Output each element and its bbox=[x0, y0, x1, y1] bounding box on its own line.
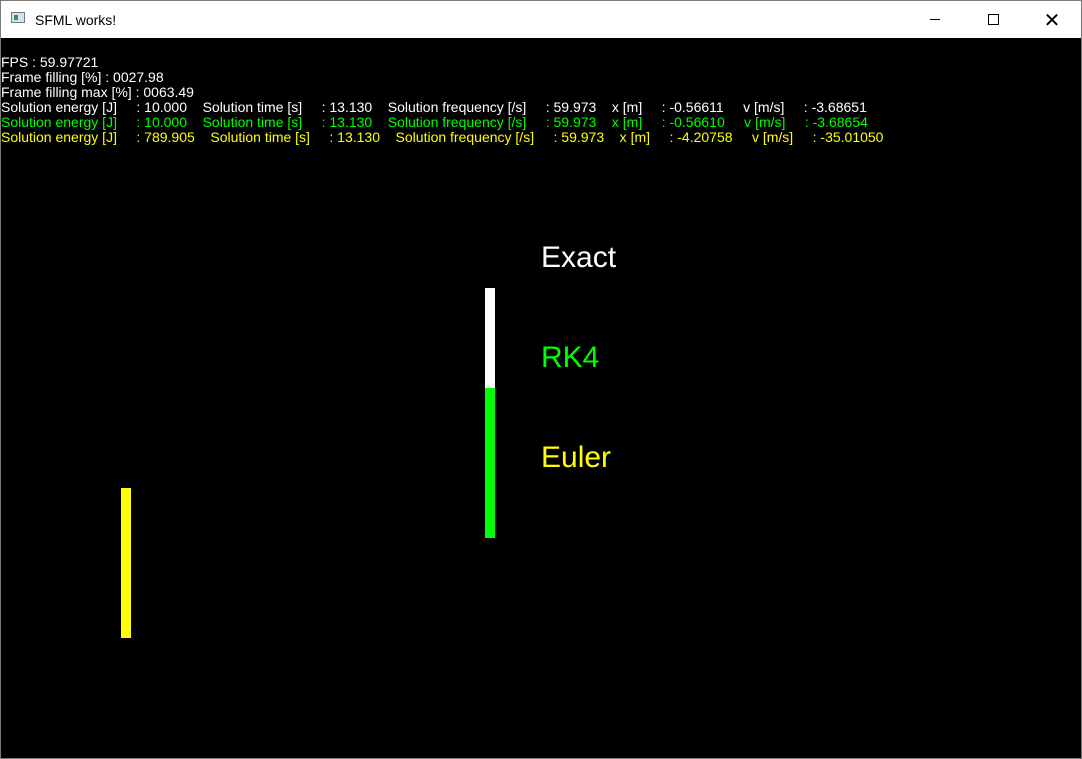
render-canvas: FPS : 59.97721 Frame filling [%] : 0027.… bbox=[1, 38, 1081, 758]
exact-label: Exact bbox=[541, 241, 617, 274]
title-bar[interactable]: SFML works! ✕ bbox=[1, 1, 1081, 38]
close-icon: ✕ bbox=[1043, 7, 1061, 32]
euler-solution-stats: Solution energy [J] : 789.905 Solution t… bbox=[1, 129, 884, 145]
frame-filling-readout: Frame filling [%] : 0027.98 bbox=[1, 69, 164, 85]
maximize-button[interactable] bbox=[964, 1, 1022, 38]
close-button[interactable]: ✕ bbox=[1023, 1, 1081, 38]
euler-pendulum-bar bbox=[121, 488, 131, 638]
fps-readout: FPS : 59.97721 bbox=[1, 54, 99, 70]
euler-label: Euler bbox=[541, 441, 612, 474]
maximize-icon bbox=[987, 14, 999, 25]
window-title: SFML works! bbox=[35, 12, 117, 28]
frame-filling-max-readout: Frame filling max [%] : 0063.49 bbox=[1, 84, 194, 100]
sfml-window: SFML works! ✕ FPS : 59.97721 Frame filli… bbox=[0, 0, 1082, 759]
minimize-icon bbox=[930, 19, 940, 20]
exact-solution-stats: Solution energy [J] : 10.000 Solution ti… bbox=[1, 99, 867, 115]
rk4-solution-stats: Solution energy [J] : 10.000 Solution ti… bbox=[1, 114, 868, 130]
app-window-icon bbox=[11, 12, 25, 23]
rk4-label: RK4 bbox=[541, 341, 600, 374]
minimize-button[interactable] bbox=[906, 1, 964, 38]
rk4-pendulum-bar bbox=[485, 388, 495, 538]
